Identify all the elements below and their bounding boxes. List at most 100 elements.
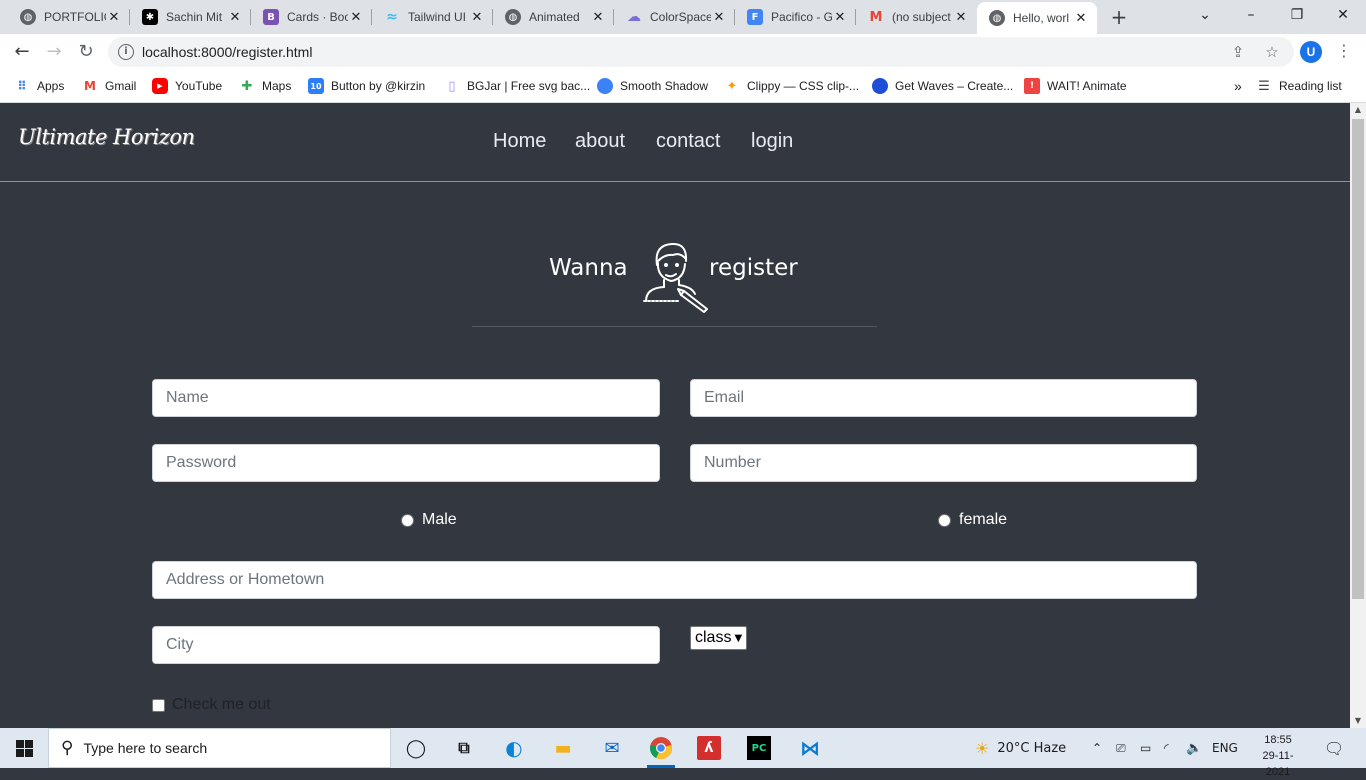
bookmark-get-waves[interactable]: Get Waves – Create...	[872, 76, 1013, 96]
browser-tab-active[interactable]: ◍ Hello, worl ✕	[977, 2, 1097, 34]
site-brand-logo[interactable]: Ultimate Horizon	[18, 125, 195, 149]
windows-logo-icon	[15, 739, 33, 757]
weather-haze-icon: ☀	[975, 738, 990, 758]
tab-search-icon[interactable]: ⌄	[1182, 0, 1228, 32]
pycharm-icon[interactable]: PC	[747, 736, 771, 760]
scroll-down-arrow-icon[interactable]: ▼	[1350, 714, 1366, 728]
language-indicator[interactable]: ENG	[1212, 728, 1238, 768]
new-tab-button[interactable]: +	[1106, 5, 1132, 29]
windows-start-button[interactable]	[0, 728, 48, 768]
bootstrap-icon: B	[263, 9, 279, 25]
class-select[interactable]: class ▼	[690, 626, 748, 650]
page-viewport: Ultimate Horizon Home about contact logi…	[0, 103, 1350, 728]
close-icon[interactable]: ✕	[1073, 11, 1089, 26]
cortana-icon[interactable]: ◯	[402, 734, 430, 762]
nav-link-login[interactable]: login	[751, 130, 793, 153]
gmail-icon: M	[869, 9, 883, 25]
share-icon[interactable]: ⇪	[1228, 42, 1248, 62]
info-icon[interactable]: i	[118, 44, 134, 60]
browser-tab[interactable]: M (no subject ✕	[856, 0, 977, 34]
nav-link-home[interactable]: Home	[493, 130, 546, 153]
meet-now-icon[interactable]: ⎚	[1116, 728, 1126, 768]
show-hidden-icons-chevron-icon[interactable]: ⌃	[1092, 728, 1102, 768]
reading-list-label: Reading list	[1279, 79, 1342, 93]
password-input[interactable]: Password	[152, 444, 660, 482]
page-scrollbar[interactable]: ▲ ▼	[1350, 103, 1366, 728]
chrome-menu-icon[interactable]: ⋮	[1336, 40, 1352, 64]
browser-tab[interactable]: ≈ Tailwind UI ✕	[372, 0, 493, 34]
scrollbar-thumb[interactable]	[1352, 119, 1364, 599]
profile-avatar[interactable]: U	[1300, 41, 1322, 63]
gender-female-radio[interactable]: female	[938, 511, 1007, 529]
file-explorer-icon[interactable]: ▬	[549, 734, 577, 762]
reading-list-button[interactable]: ☰ Reading list	[1256, 76, 1342, 96]
check-me-out-checkbox[interactable]: Check me out	[152, 696, 271, 714]
bookmark-star-icon[interactable]: ☆	[1262, 42, 1282, 62]
close-icon[interactable]: ✕	[227, 10, 243, 25]
bookmark-apps[interactable]: ⠿ Apps	[14, 76, 64, 96]
notification-center-icon[interactable]: 🗨	[1324, 728, 1344, 768]
close-window-button[interactable]: ✕	[1320, 0, 1366, 32]
address-input[interactable]: Address or Hometown	[152, 561, 1197, 599]
taskbar-search-box[interactable]: ⚲ Type here to search	[48, 728, 391, 768]
bookmark-button-kirzin[interactable]: 10 Button by @kirzin	[308, 76, 425, 96]
browser-tab[interactable]: ✱ Sachin Mit ✕	[130, 0, 251, 34]
scroll-up-arrow-icon[interactable]: ▲	[1350, 103, 1366, 117]
address-bar[interactable]: i localhost:8000/register.html ⇪ ☆	[108, 37, 1294, 67]
chrome-taskbar-icon[interactable]	[647, 734, 675, 762]
browser-tab[interactable]: ☁ ColorSpace ✕	[614, 0, 735, 34]
reload-icon[interactable]: ↻	[74, 40, 98, 64]
radio-circle[interactable]	[401, 513, 414, 527]
close-icon[interactable]: ✕	[106, 10, 122, 25]
heading-text-right: register	[709, 255, 798, 281]
close-icon[interactable]: ✕	[348, 10, 364, 25]
more-bookmarks-icon[interactable]: »	[1234, 76, 1242, 96]
email-input[interactable]: Email	[690, 379, 1197, 417]
browser-tab-strip: ◍ PORTFOLIO ✕ ✱ Sachin Mit ✕ B Cards · B…	[0, 0, 1366, 34]
vscode-icon[interactable]: ⋈	[796, 734, 824, 762]
city-input[interactable]: City	[152, 626, 660, 664]
number-input[interactable]: Number	[690, 444, 1197, 482]
url-text[interactable]: localhost:8000/register.html	[142, 44, 312, 60]
bookmark-maps[interactable]: ✚ Maps	[239, 76, 292, 96]
waves-icon	[872, 78, 888, 94]
bookmark-clippy[interactable]: ✦ Clippy — CSS clip-...	[724, 76, 859, 96]
tab-title: Animated	[529, 10, 580, 24]
forward-arrow-icon[interactable]: →	[42, 40, 66, 64]
edge-browser-icon[interactable]: ◐	[500, 734, 528, 762]
weather-widget[interactable]: ☀ 20°C Haze	[975, 728, 1066, 768]
browser-tab[interactable]: ◍ PORTFOLIO ✕	[8, 0, 130, 34]
network-wifi-icon[interactable]: ◜	[1164, 728, 1169, 768]
bookmark-label: Gmail	[105, 79, 137, 93]
close-icon[interactable]: ✕	[711, 10, 727, 25]
name-input[interactable]: Name	[152, 379, 660, 417]
taskbar-clock[interactable]: 18:55 29-11-2021	[1254, 732, 1302, 780]
bookmark-youtube[interactable]: ▶ YouTube	[152, 76, 222, 96]
browser-tab[interactable]: F Pacifico - G ✕	[735, 0, 856, 34]
bookmark-smooth-shadow[interactable]: Smooth Shadow	[597, 76, 708, 96]
close-icon[interactable]: ✕	[953, 10, 969, 25]
task-view-icon[interactable]: ⧉	[450, 734, 478, 762]
nav-link-contact[interactable]: contact	[656, 130, 720, 153]
browser-tab[interactable]: B Cards · Boo ✕	[251, 0, 372, 34]
battery-icon[interactable]: ▭	[1140, 728, 1151, 768]
minimize-button[interactable]: –	[1228, 0, 1274, 32]
radio-circle[interactable]	[938, 513, 951, 527]
nav-link-about[interactable]: about	[575, 130, 625, 153]
checkbox-box[interactable]	[152, 698, 165, 712]
bookmark-bgjar[interactable]: ▯ BGJar | Free svg bac...	[444, 76, 590, 96]
bookmark-gmail[interactable]: M Gmail	[82, 76, 136, 96]
close-icon[interactable]: ✕	[469, 10, 485, 25]
close-icon[interactable]: ✕	[590, 10, 606, 25]
gender-male-radio[interactable]: Male	[401, 511, 457, 529]
close-icon[interactable]: ✕	[832, 10, 848, 25]
restore-button[interactable]: ❐	[1274, 0, 1320, 32]
tailwind-icon: ≈	[386, 9, 398, 25]
acrobat-reader-icon[interactable]: ʎ	[697, 736, 721, 760]
mail-icon[interactable]: ✉	[598, 734, 626, 762]
browser-tab[interactable]: ◍ Animated ✕	[493, 0, 614, 34]
bookmark-wait-animate[interactable]: ! WAIT! Animate	[1024, 76, 1127, 96]
bgjar-icon: ▯	[448, 78, 456, 94]
back-arrow-icon[interactable]: ←	[10, 40, 34, 64]
speaker-volume-icon[interactable]: 🔈	[1186, 728, 1202, 768]
